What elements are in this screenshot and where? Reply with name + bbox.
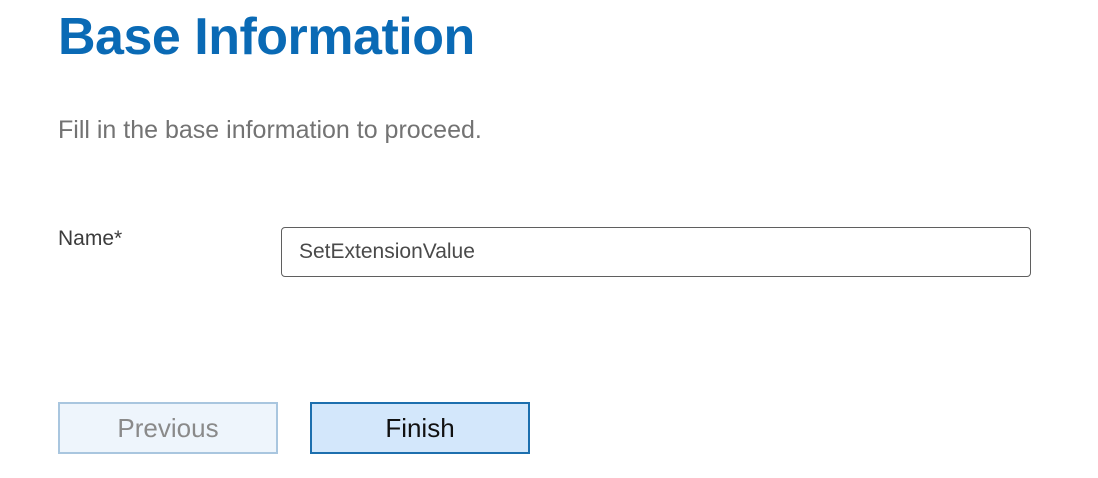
finish-button[interactable]: Finish — [310, 402, 530, 454]
page-title: Base Information — [58, 8, 475, 66]
name-input[interactable] — [281, 227, 1031, 277]
previous-button[interactable]: Previous — [58, 402, 278, 454]
name-field-label: Name* — [58, 227, 123, 250]
page-subtitle: Fill in the base information to proceed. — [58, 116, 482, 144]
